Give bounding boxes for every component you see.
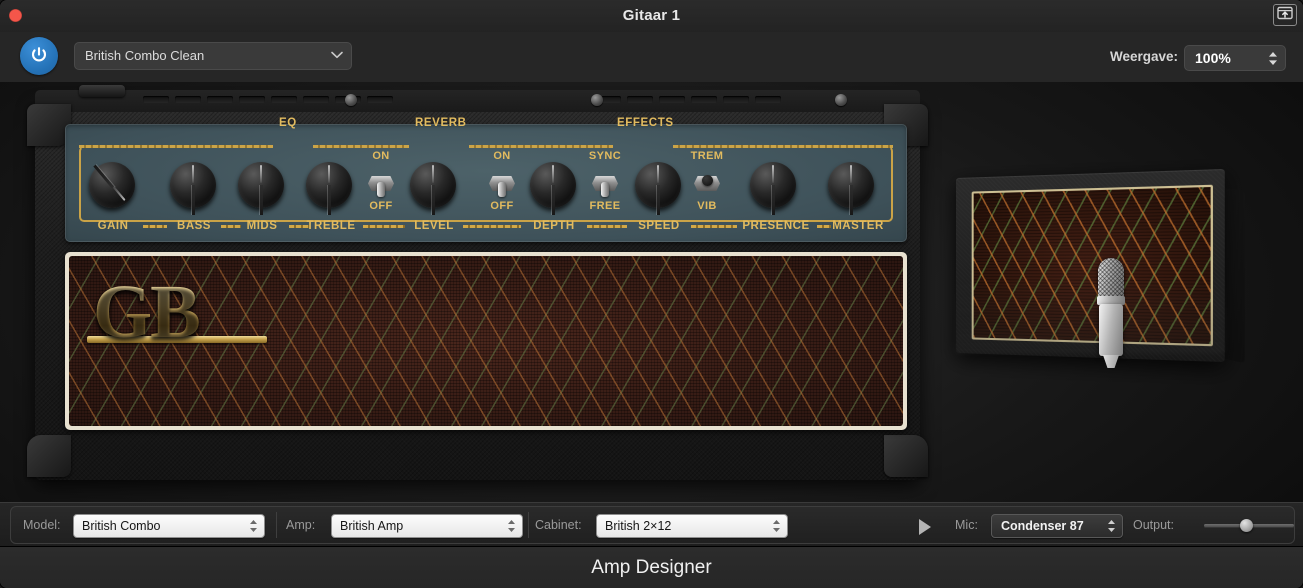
amp-screw [345,94,357,106]
plugin-name: Amp Designer [0,547,1303,588]
cabinet-label: Cabinet: [535,507,582,543]
amp-value: British Amp [340,515,403,537]
stepper-updown-icon [507,519,516,533]
amp-screw [835,94,847,106]
reverb-switch-on-label: ON [361,150,401,162]
mic-value: Condenser 87 [1001,515,1084,537]
mic-dropdown[interactable]: Condenser 87 [991,514,1123,538]
power-button[interactable] [20,37,58,75]
output-slider[interactable] [1204,524,1294,527]
knob-speed[interactable] [635,162,681,208]
section-label-eq: EQ [279,117,297,129]
knob-presence[interactable] [750,162,796,208]
amp-label: Amp: [286,507,315,543]
knob-label-gain: GAIN [87,220,139,232]
amp-head[interactable]: EQ REVERB [19,90,936,485]
sync-switch[interactable] [592,170,618,196]
stepper-updown-icon [1107,519,1116,533]
reverb-switch[interactable] [368,170,394,196]
view-label: Weergave: [1110,32,1178,82]
condenser-microphone[interactable] [1098,258,1124,368]
cabinet-reflection [956,276,1225,353]
amp-stage: EQ REVERB [0,82,1303,502]
cabinet-dropdown[interactable]: British 2×12 [596,514,788,538]
play-icon[interactable] [919,519,931,535]
amp-grille-frame: GB [65,252,907,430]
trem-vib-switch-vib-label: VIB [681,200,733,212]
model-label: Model: [23,507,61,543]
mic-label: Mic: [955,507,978,543]
speaker-cabinet-area[interactable] [940,82,1300,502]
effects-switch-on-label: ON [482,150,522,162]
amp-corner-protector [27,435,71,477]
preset-dropdown[interactable]: British Combo Clean [74,42,352,70]
section-label-effects: EFFECTS [617,117,674,129]
output-label: Output: [1133,507,1174,543]
sync-switch-sync-label: SYNC [579,150,631,162]
bottom-toolbar: Model: British Combo Amp: British Amp Ca… [0,502,1303,547]
knob-label-depth: DEPTH [525,220,583,232]
knob-reverb-level[interactable] [410,162,456,208]
knob-label-level: LEVEL [409,220,459,232]
knob-depth[interactable] [530,162,576,208]
amp-top-panel [35,90,920,112]
plugin-window: Gitaar 1 British Combo Clean Weergave: 1… [0,0,1303,588]
knob-label-treble: TREBLE [303,220,359,232]
title-bar: Gitaar 1 [0,0,1303,33]
effects-switch-off-label: OFF [482,200,522,212]
knob-master[interactable] [828,162,874,208]
stepper-updown-icon [249,519,258,533]
knob-label-bass: BASS [169,220,219,232]
cabinet-value: British 2×12 [605,515,671,537]
stepper-updown-icon [772,519,781,533]
footer-bar: Amp Designer [0,546,1303,588]
knob-label-presence: PRESENCE [737,220,815,232]
stepper-updown-icon [1268,51,1278,66]
amp-handle-left [79,85,125,97]
view-zoom-value: 100% [1195,46,1231,70]
view-zoom-stepper[interactable]: 100% [1184,45,1286,71]
preset-value: British Combo Clean [85,43,204,69]
reverb-switch-off-label: OFF [361,200,401,212]
knob-mids[interactable] [238,162,284,208]
effects-switch[interactable] [489,170,515,196]
knob-bass[interactable] [170,162,216,208]
window-title: Gitaar 1 [0,0,1303,32]
amp-grille-cloth: GB [69,256,903,426]
export-up-icon[interactable] [1273,4,1297,26]
amp-control-panel: EQ REVERB [65,124,907,242]
model-value: British Combo [82,515,161,537]
power-icon [29,45,49,65]
model-dropdown[interactable]: British Combo [73,514,265,538]
amp-dropdown[interactable]: British Amp [331,514,523,538]
knob-label-mids: MIDS [237,220,287,232]
output-slider-thumb[interactable] [1240,519,1253,532]
amp-corner-protector [884,435,928,477]
knob-gain[interactable] [89,162,135,208]
sync-switch-free-label: FREE [579,200,631,212]
section-label-reverb: REVERB [415,117,467,129]
knob-treble[interactable] [306,162,352,208]
brand-logo: GB [93,274,199,350]
trem-vib-switch-trem-label: TREM [681,150,733,162]
header-bar: British Combo Clean Weergave: 100% [0,32,1303,83]
knob-label-master: MASTER [827,220,889,232]
knob-label-speed: SPEED [631,220,687,232]
trem-vib-switch[interactable] [694,170,720,196]
amp-screw [591,94,603,106]
chevron-down-icon [331,51,343,59]
